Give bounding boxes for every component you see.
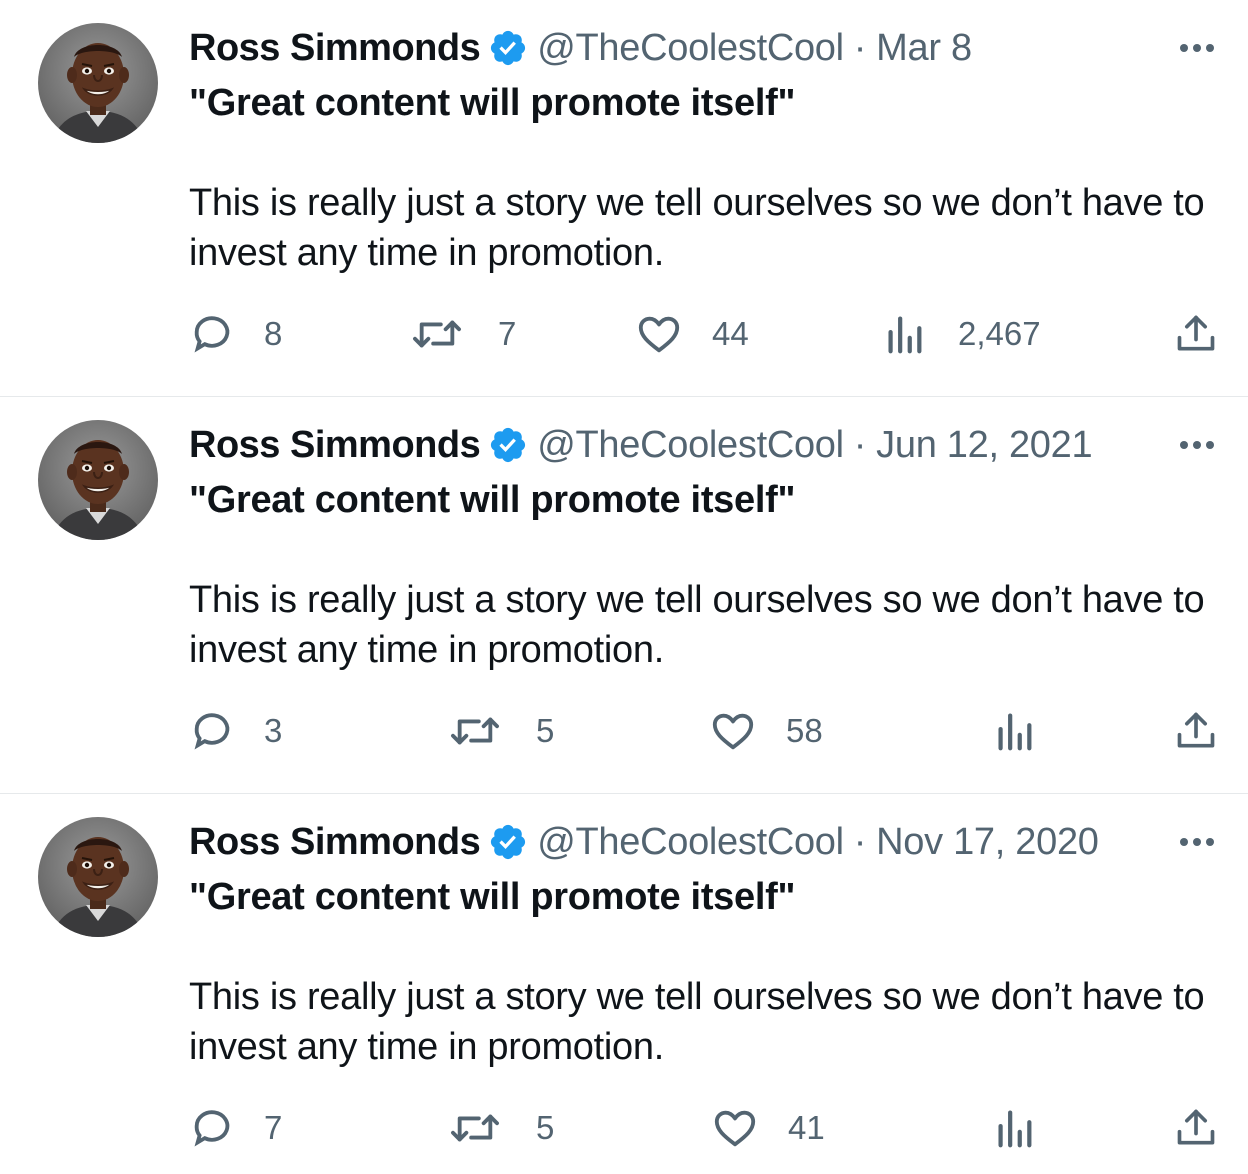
retweet-button[interactable]: 5 xyxy=(448,703,554,759)
tweet-text: "Great content will promote itself" This… xyxy=(189,872,1209,1072)
verified-badge-icon xyxy=(488,425,528,465)
heart-icon xyxy=(712,1105,758,1151)
share-upload-icon xyxy=(1174,311,1218,357)
separator-dot: · xyxy=(853,821,867,863)
avatar[interactable] xyxy=(38,23,158,143)
avatar[interactable] xyxy=(38,817,158,937)
like-count: 41 xyxy=(788,1109,825,1146)
reply-count: 3 xyxy=(264,712,283,749)
author-handle[interactable]: @TheCoolestCool xyxy=(537,24,844,72)
reply-button[interactable]: 7 xyxy=(190,1100,282,1156)
tweet-date[interactable]: Nov 17, 2020 xyxy=(876,818,1099,866)
tweet-text: "Great content will promote itself" This… xyxy=(189,78,1209,278)
share-upload-icon xyxy=(1174,708,1218,754)
avatar[interactable] xyxy=(38,420,158,540)
reply-bubble-icon xyxy=(190,311,236,357)
share-button[interactable] xyxy=(1174,1100,1218,1156)
share-upload-icon xyxy=(1174,1105,1218,1151)
tweet-actions: 3 5 58 xyxy=(0,703,1248,759)
tweet-header: Ross Simmonds @TheCoolestCool · Nov 17, … xyxy=(189,818,1099,866)
verified-badge-icon xyxy=(488,822,528,862)
retweet-icon xyxy=(410,311,464,357)
like-count: 44 xyxy=(712,315,749,352)
more-dots-icon[interactable] xyxy=(1176,34,1218,62)
author-name[interactable]: Ross Simmonds xyxy=(189,24,481,72)
retweet-button[interactable]: 5 xyxy=(448,1100,554,1156)
tweet-header: Ross Simmonds @TheCoolestCool · Mar 8 xyxy=(189,24,972,72)
retweet-icon xyxy=(448,1105,502,1151)
verified-badge-icon xyxy=(488,28,528,68)
retweet-button[interactable]: 7 xyxy=(410,306,516,362)
tweet-actions: 7 5 41 xyxy=(0,1100,1248,1156)
author-handle[interactable]: @TheCoolestCool xyxy=(537,818,844,866)
like-count: 58 xyxy=(786,712,823,749)
views-button[interactable] xyxy=(994,703,1034,759)
bar-chart-icon xyxy=(884,311,924,357)
separator-dot: · xyxy=(853,424,867,466)
reply-count: 8 xyxy=(264,315,283,352)
reply-button[interactable]: 8 xyxy=(190,306,282,362)
retweet-icon xyxy=(448,708,502,754)
like-button[interactable]: 58 xyxy=(710,703,823,759)
tweet[interactable]: Ross Simmonds @TheCoolestCool · Nov 17, … xyxy=(0,794,1248,1174)
share-button[interactable] xyxy=(1174,306,1218,362)
tweet[interactable]: Ross Simmonds @TheCoolestCool · Mar 8 "G… xyxy=(0,0,1248,397)
retweet-count: 7 xyxy=(498,315,517,352)
more-dots-icon[interactable] xyxy=(1176,828,1218,856)
reply-bubble-icon xyxy=(190,1105,236,1151)
tweet-text-quote: "Great content will promote itself" xyxy=(189,82,796,124)
author-name[interactable]: Ross Simmonds xyxy=(189,818,481,866)
like-button[interactable]: 44 xyxy=(636,306,749,362)
tweet-text-quote: "Great content will promote itself" xyxy=(189,876,796,918)
tweet-text-body: This is really just a story we tell ours… xyxy=(189,579,1205,671)
tweet-header: Ross Simmonds @TheCoolestCool · Jun 12, … xyxy=(189,421,1093,469)
reply-bubble-icon xyxy=(190,708,236,754)
share-button[interactable] xyxy=(1174,703,1218,759)
views-button[interactable]: 2,467 xyxy=(884,306,1041,362)
heart-icon xyxy=(710,708,756,754)
tweet-text-body: This is really just a story we tell ours… xyxy=(189,976,1205,1068)
heart-icon xyxy=(636,311,682,357)
bar-chart-icon xyxy=(994,1105,1034,1151)
tweet-actions: 8 7 44 2,467 xyxy=(0,306,1248,362)
tweet-text: "Great content will promote itself" This… xyxy=(189,475,1209,675)
tweet-text-body: This is really just a story we tell ours… xyxy=(189,182,1205,274)
tweet-date[interactable]: Mar 8 xyxy=(876,24,972,72)
retweet-count: 5 xyxy=(536,712,555,749)
reply-count: 7 xyxy=(264,1109,283,1146)
views-count: 2,467 xyxy=(958,315,1041,352)
reply-button[interactable]: 3 xyxy=(190,703,282,759)
retweet-count: 5 xyxy=(536,1109,555,1146)
tweet[interactable]: Ross Simmonds @TheCoolestCool · Jun 12, … xyxy=(0,397,1248,794)
like-button[interactable]: 41 xyxy=(712,1100,825,1156)
tweet-text-quote: "Great content will promote itself" xyxy=(189,479,796,521)
more-dots-icon[interactable] xyxy=(1176,431,1218,459)
bar-chart-icon xyxy=(994,708,1034,754)
tweet-date[interactable]: Jun 12, 2021 xyxy=(876,421,1092,469)
author-handle[interactable]: @TheCoolestCool xyxy=(537,421,844,469)
separator-dot: · xyxy=(853,27,867,69)
views-button[interactable] xyxy=(994,1100,1034,1156)
author-name[interactable]: Ross Simmonds xyxy=(189,421,481,469)
